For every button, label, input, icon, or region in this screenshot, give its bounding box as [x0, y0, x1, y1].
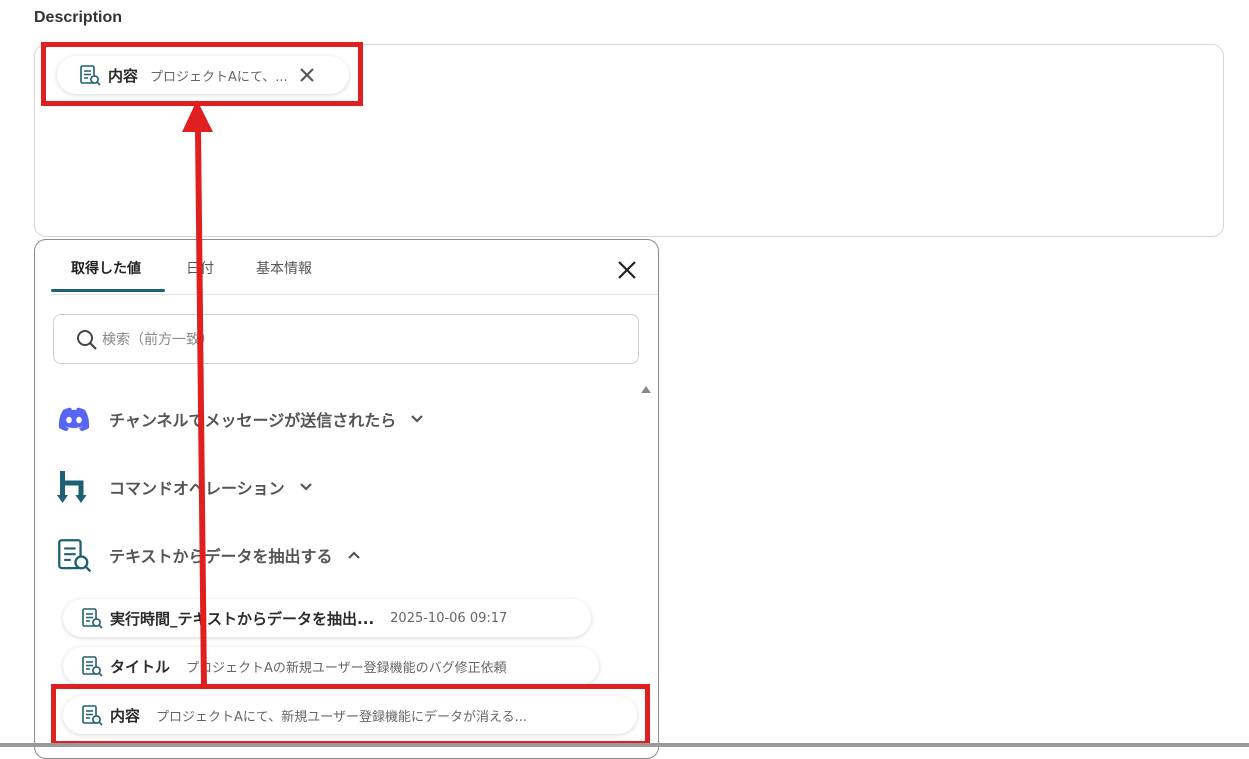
bottom-divider	[0, 743, 1249, 747]
annotation-arrow	[182, 100, 213, 689]
